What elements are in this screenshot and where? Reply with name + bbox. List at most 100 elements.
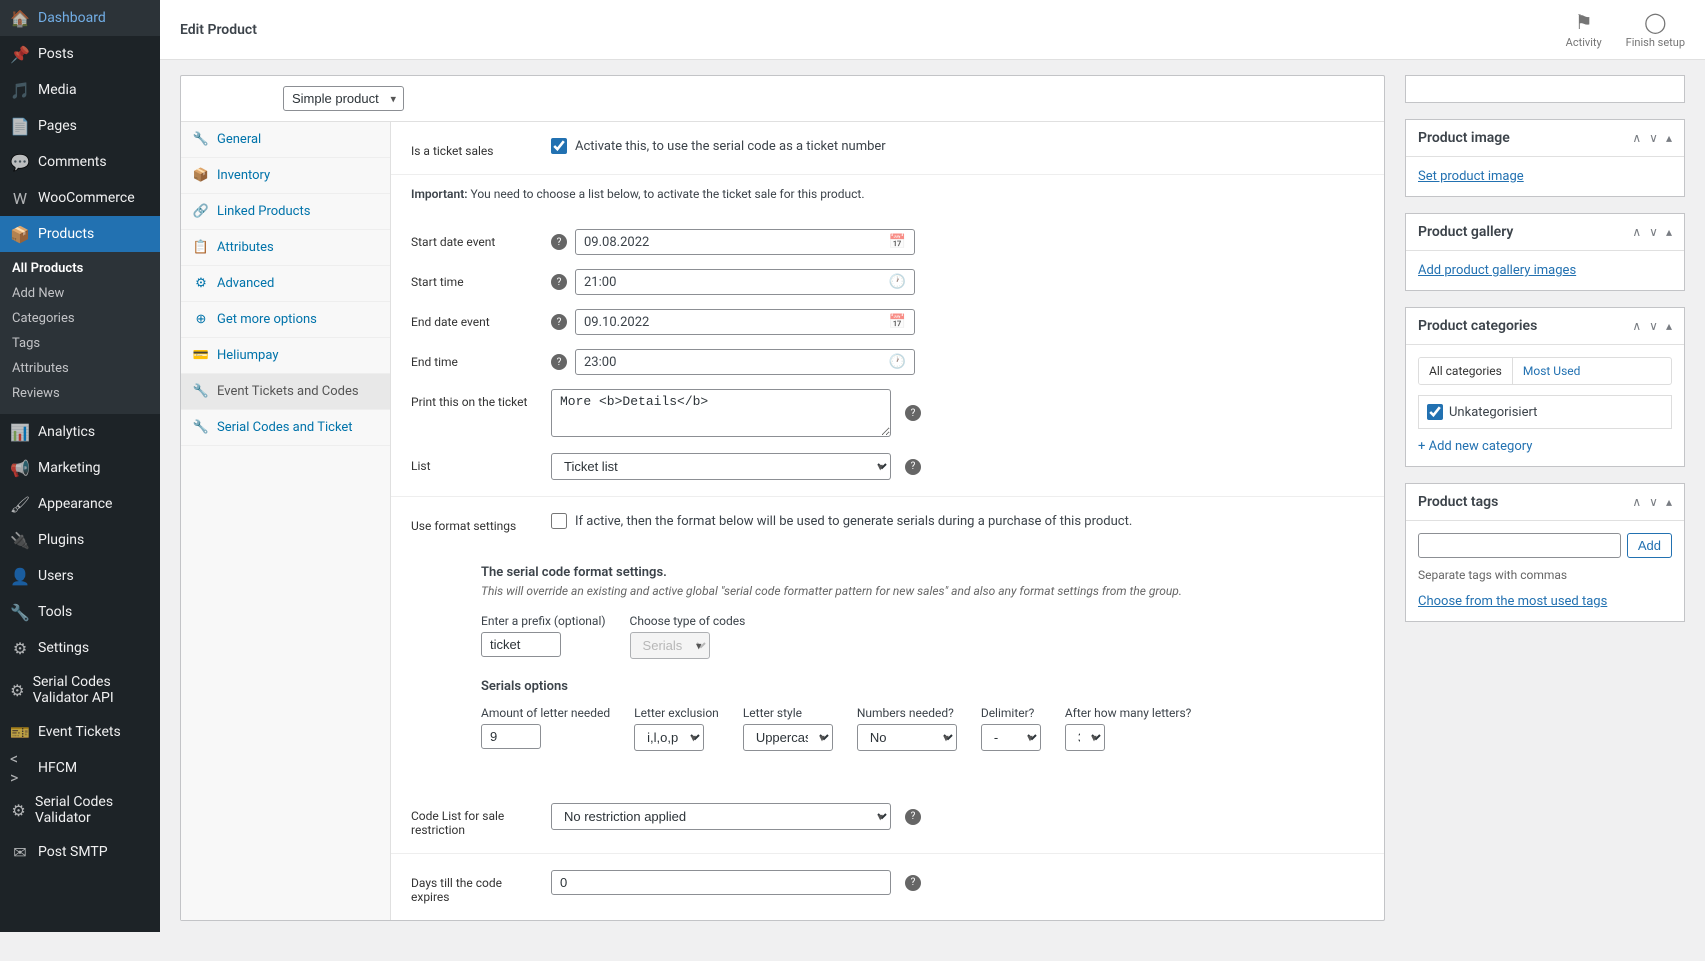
- product-tab-advanced[interactable]: ⚙Advanced: [181, 266, 390, 302]
- move-up-icon[interactable]: ∧: [1632, 225, 1641, 239]
- tab-icon: ⊕: [193, 312, 209, 327]
- sidebar-item-settings[interactable]: ⚙Settings: [0, 630, 160, 666]
- tab-label: Serial Codes and Ticket: [217, 420, 353, 435]
- product-tab-event-tickets-and-codes[interactable]: 🔧Event Tickets and Codes: [181, 374, 390, 410]
- move-up-icon[interactable]: ∧: [1632, 495, 1641, 509]
- restriction-select[interactable]: No restriction applied: [551, 803, 891, 830]
- product-tab-linked-products[interactable]: 🔗Linked Products: [181, 194, 390, 230]
- help-icon[interactable]: ?: [905, 875, 921, 891]
- user-icon: 👤: [10, 566, 30, 586]
- sidebar-item-woocommerce[interactable]: WWooCommerce: [0, 180, 160, 216]
- amount-input[interactable]: [481, 724, 541, 749]
- help-icon[interactable]: ?: [905, 405, 921, 421]
- list-label: List: [411, 453, 541, 473]
- sidebar-subitem-categories[interactable]: Categories: [0, 306, 160, 331]
- help-icon[interactable]: ?: [551, 234, 567, 250]
- product-tab-get-more-options[interactable]: ⊕Get more options: [181, 302, 390, 338]
- archive-icon: 📦: [10, 224, 30, 244]
- tab-icon: 🔧: [193, 420, 209, 435]
- sidebar-item-serial-codes-validator-api[interactable]: ⚙Serial Codes Validator API: [0, 666, 160, 714]
- sidebar-subitem-reviews[interactable]: Reviews: [0, 381, 160, 406]
- tab-icon: ⚙: [193, 276, 209, 291]
- exclusion-select[interactable]: i,l,o,p,q: [634, 724, 704, 751]
- mail-icon: ✉: [10, 842, 30, 862]
- start-time-input[interactable]: 21:00 🕐: [575, 269, 915, 295]
- toggle-icon[interactable]: ▴: [1666, 495, 1672, 509]
- format-description: This will override an existing and activ…: [481, 584, 1364, 598]
- sidebar-item-dashboard[interactable]: 🏠Dashboard: [0, 0, 160, 36]
- category-checkbox[interactable]: [1427, 404, 1443, 420]
- sidebar-item-media[interactable]: 🎵Media: [0, 72, 160, 108]
- sidebar-item-pages[interactable]: 📄Pages: [0, 108, 160, 144]
- sidebar-subitem-attributes[interactable]: Attributes: [0, 356, 160, 381]
- sidebar-item-marketing[interactable]: 📢Marketing: [0, 450, 160, 486]
- after-letters-select[interactable]: 3: [1065, 724, 1105, 751]
- use-format-label: Use format settings: [411, 513, 541, 533]
- move-down-icon[interactable]: ∨: [1649, 495, 1658, 509]
- use-format-checkbox[interactable]: [551, 513, 567, 529]
- help-icon[interactable]: ?: [905, 809, 921, 825]
- help-icon[interactable]: ?: [905, 459, 921, 475]
- product-tab-serial-codes-and-ticket[interactable]: 🔧 Serial Codes and Ticket: [181, 410, 390, 446]
- expire-input[interactable]: [551, 870, 891, 895]
- list-select[interactable]: Ticket list: [551, 453, 891, 480]
- sidebar-item-comments[interactable]: 💬Comments: [0, 144, 160, 180]
- sidebar-subitem-tags[interactable]: Tags: [0, 331, 160, 356]
- sidebar-item-label: Event Tickets: [38, 724, 121, 740]
- plug-icon: 🔌: [10, 530, 30, 550]
- tab-most-used[interactable]: Most Used: [1513, 358, 1591, 384]
- help-icon[interactable]: ?: [551, 354, 567, 370]
- sidebar-item-label: Posts: [38, 46, 74, 62]
- start-date-input[interactable]: 09.08.2022 📅: [575, 229, 915, 255]
- sidebar-subitem-all-products[interactable]: All Products: [0, 256, 160, 281]
- toggle-icon[interactable]: ▴: [1666, 225, 1672, 239]
- move-up-icon[interactable]: ∧: [1632, 131, 1641, 145]
- sidebar-item-serial-codes-validator[interactable]: ⚙Serial Codes Validator: [0, 786, 160, 834]
- sidebar-item-hfcm[interactable]: < >HFCM: [0, 750, 160, 786]
- add-tag-button[interactable]: Add: [1627, 533, 1672, 558]
- activity-button[interactable]: ⚑ Activity: [1566, 10, 1602, 49]
- toggle-icon[interactable]: ▴: [1666, 319, 1672, 333]
- end-date-input[interactable]: 09.10.2022 📅: [575, 309, 915, 335]
- product-tab-general[interactable]: 🔧General: [181, 122, 390, 158]
- set-product-image-link[interactable]: Set product image: [1418, 169, 1524, 184]
- product-tab-attributes[interactable]: 📋Attributes: [181, 230, 390, 266]
- end-time-input[interactable]: 23:00 🕐: [575, 349, 915, 375]
- product-type-select[interactable]: Simple product: [283, 86, 404, 111]
- add-category-link[interactable]: + Add new category: [1418, 439, 1672, 454]
- move-down-icon[interactable]: ∨: [1649, 225, 1658, 239]
- category-item[interactable]: Unkategorisiert: [1427, 404, 1663, 420]
- sidebar-item-products[interactable]: 📦Products: [0, 216, 160, 252]
- letter-style-select[interactable]: Uppercase: [743, 724, 833, 751]
- sidebar-item-tools[interactable]: 🔧Tools: [0, 594, 160, 630]
- sidebar-item-posts[interactable]: 📌 Posts: [0, 36, 160, 72]
- choose-tags-link[interactable]: Choose from the most used tags: [1418, 594, 1607, 609]
- move-down-icon[interactable]: ∨: [1649, 319, 1658, 333]
- sidebar-item-event-tickets[interactable]: 🎫Event Tickets: [0, 714, 160, 750]
- move-down-icon[interactable]: ∨: [1649, 131, 1658, 145]
- sidebar-subitem-add-new[interactable]: Add New: [0, 281, 160, 306]
- prefix-input[interactable]: [481, 632, 561, 657]
- after-letters-label: After how many letters?: [1065, 706, 1192, 720]
- sidebar-item-users[interactable]: 👤Users: [0, 558, 160, 594]
- numbers-select[interactable]: No: [857, 724, 957, 751]
- sidebar-item-appearance[interactable]: 🖌Appearance: [0, 486, 160, 522]
- pin-icon: 📌: [10, 44, 30, 64]
- help-icon[interactable]: ?: [551, 274, 567, 290]
- delimiter-select[interactable]: -: [981, 724, 1041, 751]
- sidebar-item-plugins[interactable]: 🔌Plugins: [0, 522, 160, 558]
- sidebar-item-post-smtp[interactable]: ✉Post SMTP: [0, 834, 160, 870]
- move-up-icon[interactable]: ∧: [1632, 319, 1641, 333]
- tab-all-categories[interactable]: All categories: [1419, 358, 1513, 384]
- ticket-sales-checkbox[interactable]: [551, 138, 567, 154]
- sidebar-item-analytics[interactable]: 📊Analytics: [0, 414, 160, 450]
- toggle-icon[interactable]: ▴: [1666, 131, 1672, 145]
- tag-input[interactable]: [1418, 533, 1621, 558]
- print-ticket-textarea[interactable]: More <b>Details</b>: [551, 389, 891, 437]
- product-image-title: Product image: [1418, 130, 1510, 146]
- help-icon[interactable]: ?: [551, 314, 567, 330]
- finish-setup-button[interactable]: ◯ Finish setup: [1626, 10, 1685, 49]
- add-gallery-images-link[interactable]: Add product gallery images: [1418, 263, 1576, 278]
- product-tab-heliumpay[interactable]: 💳Heliumpay: [181, 338, 390, 374]
- product-tab-inventory[interactable]: 📦Inventory: [181, 158, 390, 194]
